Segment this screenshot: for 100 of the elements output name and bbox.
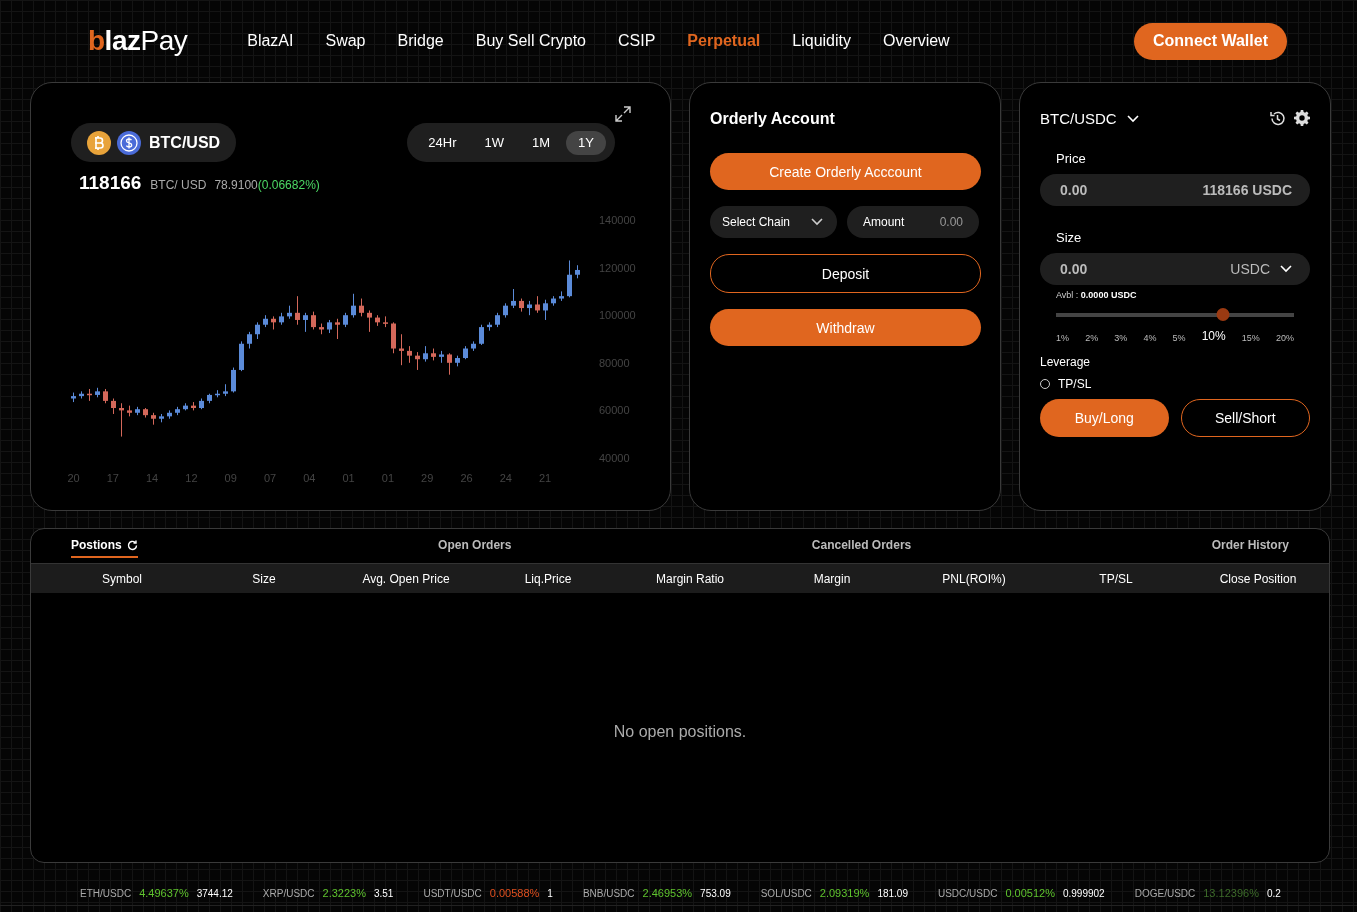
nav-link[interactable]: Liquidity: [792, 32, 851, 50]
pair-label: BTC/USD: [149, 133, 221, 152]
ticker-price: 0.2: [1266, 888, 1281, 899]
column-header: Close Position: [1218, 571, 1298, 586]
ticker-price: 181.09: [877, 888, 908, 899]
time-range-tab[interactable]: 1Y: [566, 130, 606, 155]
price-change: 78.9100(0.06682%): [214, 178, 320, 192]
leverage-option[interactable]: 10%: [1201, 329, 1226, 343]
expand-icon[interactable]: [614, 105, 632, 123]
nav-link[interactable]: Perpetual: [687, 32, 761, 50]
leverage-option[interactable]: 4%: [1143, 333, 1157, 343]
refresh-icon[interactable]: [126, 539, 138, 551]
leverage-option[interactable]: 1%: [1056, 333, 1069, 343]
sell-button[interactable]: Sell/Short: [1180, 399, 1310, 437]
empty-message: No open positions.: [613, 723, 747, 740]
nav-link[interactable]: CSIP: [618, 32, 656, 50]
column-header: Margin Ratio: [655, 571, 725, 586]
time-range-tab[interactable]: 24Hr: [416, 130, 469, 155]
axis-label: 20: [67, 472, 80, 484]
nav-link[interactable]: Buy Sell Crypto: [475, 32, 586, 50]
candle: [559, 290, 564, 302]
available-balance: Avbl : 0.0000 USDC: [1056, 290, 1138, 300]
amount-input[interactable]: 0.00: [921, 214, 965, 230]
candle: [191, 401, 196, 411]
candle: [479, 324, 484, 346]
candle: [215, 389, 220, 398]
chevron-down-icon: [811, 218, 823, 226]
leverage-option[interactable]: 15%: [1241, 333, 1260, 343]
candle: [423, 345, 428, 363]
positions-tab[interactable]: Postions: [71, 534, 138, 558]
positions-tab[interactable]: Cancelled Orders: [811, 534, 912, 558]
bitcoin-coin-icon: [87, 130, 111, 155]
nav-link[interactable]: Bridge: [397, 32, 444, 50]
pair-dropdown[interactable]: BTC/USDC: [1040, 110, 1139, 127]
nav-link[interactable]: Overview: [883, 32, 950, 50]
axis-label: 60000: [599, 404, 630, 417]
time-range-tab[interactable]: 1M: [520, 130, 563, 155]
ticker-change: 2.3223%: [322, 887, 366, 899]
field-label: Price: [1056, 151, 1087, 166]
price-field[interactable]: 0.00 118166 USDC: [1040, 174, 1310, 206]
candle: [247, 331, 252, 349]
ticker-pair: XRP/USDC: [262, 888, 315, 899]
axis-label: 21: [538, 472, 552, 484]
pair-selector[interactable]: BTC/USD: [71, 123, 237, 162]
ticker-pair: USDT/USDC: [423, 888, 482, 899]
nav-link[interactable]: BlazAI: [247, 32, 294, 50]
leverage-option[interactable]: 2%: [1085, 333, 1099, 343]
candle: [255, 321, 260, 340]
axis-label: 24: [499, 472, 512, 484]
settings-icon[interactable]: [1294, 110, 1310, 126]
axis-label: 29: [421, 472, 434, 484]
price-value: 118166: [79, 172, 142, 194]
ticker-change: 4.49637%: [139, 887, 189, 899]
ticker-price: 1: [547, 888, 553, 899]
nav-link[interactable]: Swap: [325, 32, 366, 50]
candle: [263, 314, 268, 328]
candle: [463, 345, 468, 360]
column-header: Size: [251, 571, 277, 586]
column-header: Margin: [812, 571, 852, 586]
candle: [383, 315, 388, 328]
candle: [471, 340, 476, 352]
candle: [391, 321, 396, 354]
candle: [175, 406, 180, 416]
ticker-pair: ETH/USDC: [80, 888, 132, 899]
positions-tab[interactable]: Open Orders: [438, 534, 512, 558]
candle: [303, 312, 308, 333]
time-range-tab[interactable]: 1W: [472, 130, 517, 155]
column-header: TP/SL: [1098, 571, 1134, 586]
candle: [287, 305, 292, 320]
candle: [327, 319, 332, 334]
leverage-option[interactable]: 5%: [1172, 333, 1186, 343]
candle: [167, 409, 172, 420]
ticker-pair: USDC/USDC: [937, 888, 998, 899]
axis-label: 140000: [599, 214, 636, 226]
leverage-option[interactable]: 20%: [1275, 333, 1294, 343]
candle: [511, 288, 516, 309]
candle: [375, 314, 380, 327]
candle: [439, 350, 444, 364]
positions-tab[interactable]: Order History: [1211, 534, 1289, 558]
slider-thumb[interactable]: [1216, 308, 1230, 321]
candle: [199, 398, 204, 410]
logo[interactable]: blazPay: [88, 25, 188, 57]
deposit-button[interactable]: Deposit: [710, 254, 981, 293]
candle: [207, 393, 212, 404]
amount-field[interactable]: Amount 0.00: [847, 206, 979, 238]
size-field[interactable]: 0.00 USDC: [1040, 253, 1310, 285]
chain-dropdown[interactable]: Select Chain: [710, 206, 837, 238]
chevron-down-icon: [1280, 265, 1292, 273]
ticker-pair: SOL/USDC: [760, 888, 812, 899]
pair-label: BTC/ USD: [150, 178, 207, 192]
ticker-change: 13.12396%: [1203, 887, 1259, 899]
candle: [487, 321, 492, 332]
axis-label: 100000: [599, 309, 636, 322]
candle: [279, 312, 284, 326]
history-icon[interactable]: [1269, 110, 1286, 127]
leverage-option[interactable]: 3%: [1114, 333, 1128, 343]
column-header: Symbol: [101, 571, 143, 586]
column-header: PNL(ROI%): [941, 571, 1007, 586]
ticker-change: 2.46953%: [642, 887, 693, 899]
ticker-price: 3744.12: [196, 888, 233, 899]
